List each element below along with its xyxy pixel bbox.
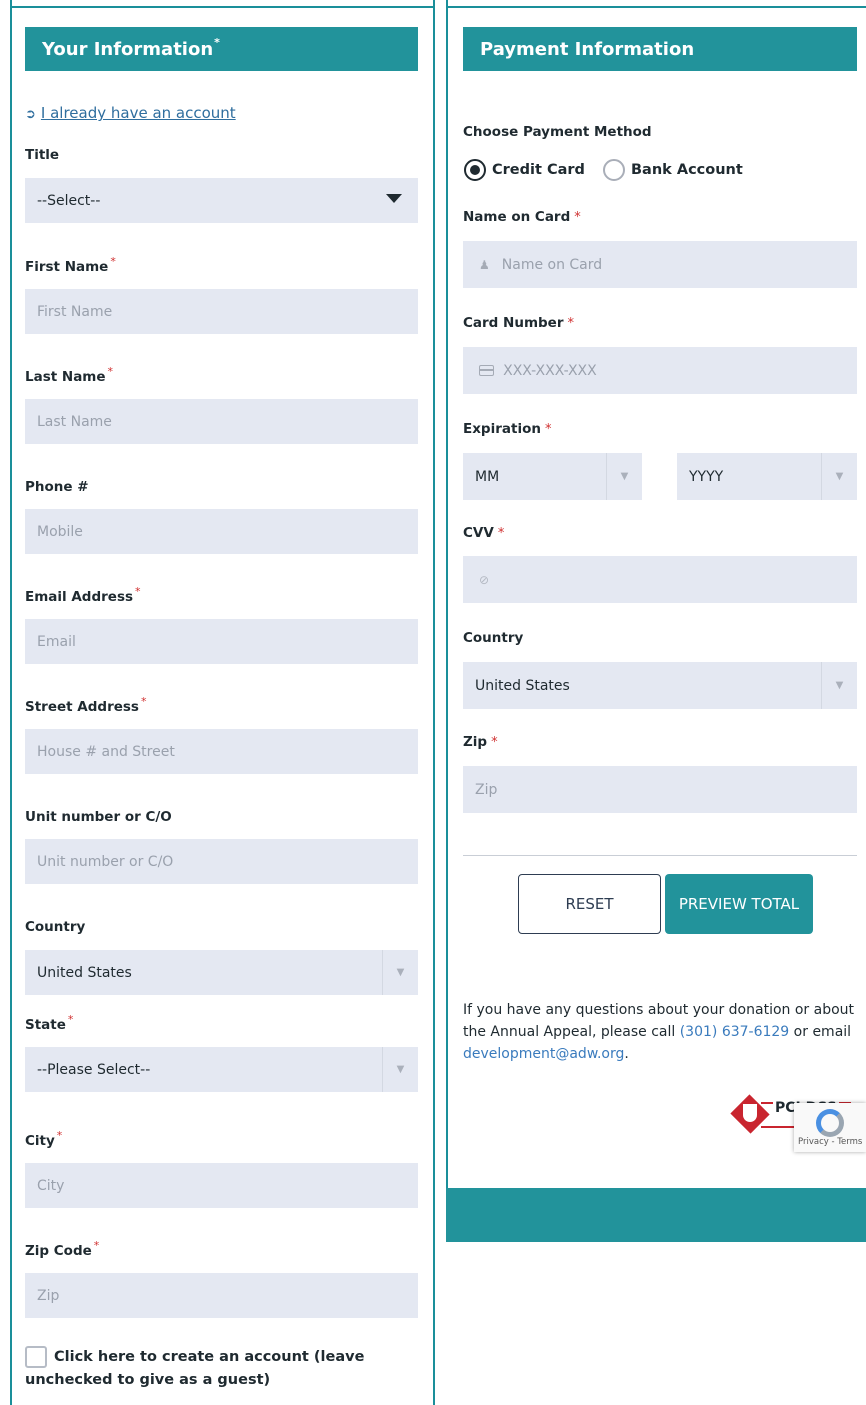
- card-number-input[interactable]: [463, 347, 857, 394]
- city-input[interactable]: [25, 1163, 418, 1208]
- phone-link[interactable]: (301) 637-6129: [680, 1024, 790, 1040]
- first-name-input[interactable]: [25, 289, 418, 334]
- state-label: State *: [25, 1013, 74, 1033]
- recaptcha-terms-text: Privacy - Terms: [798, 1137, 863, 1147]
- sign-in-icon: ➲: [25, 107, 36, 122]
- country-label: Country: [25, 919, 86, 935]
- header-required-mark: *: [214, 35, 220, 49]
- unit-label: Unit number or C/O: [25, 809, 172, 825]
- cvv-input[interactable]: ⊘: [463, 556, 857, 603]
- credit-card-label: Credit Card: [492, 162, 585, 178]
- payment-information-header: Payment Information: [463, 27, 857, 71]
- name-on-card-label: Name on Card *: [463, 209, 581, 225]
- header-title: Payment Information: [480, 38, 695, 60]
- expiration-month-select[interactable]: MM ▼: [463, 453, 642, 500]
- unit-input[interactable]: [25, 839, 418, 884]
- already-have-account-link[interactable]: ➲ I already have an account: [25, 104, 236, 122]
- header-title: Your Information: [42, 38, 214, 60]
- credit-card-radio[interactable]: [464, 159, 486, 181]
- expiration-label: Expiration *: [463, 421, 552, 437]
- reset-button[interactable]: RESET: [518, 874, 661, 934]
- select-arrow-icon: ▼: [382, 950, 418, 995]
- pci-shield-inner-icon: [743, 1104, 757, 1122]
- select-arrow-icon: ▼: [382, 1047, 418, 1092]
- create-account-label: Click here to create an account (leave u…: [25, 1349, 365, 1388]
- title-label: Title: [25, 147, 60, 163]
- zip-label: Zip *: [463, 734, 498, 750]
- country-label: Country: [463, 630, 524, 646]
- city-label: City *: [25, 1129, 63, 1149]
- select-arrow-icon: ▼: [821, 662, 857, 709]
- zip-code-input[interactable]: [25, 1273, 418, 1318]
- select-arrow-icon: ▼: [606, 453, 642, 500]
- preview-total-button[interactable]: PREVIEW TOTAL: [665, 874, 813, 934]
- card-number-label: Card Number *: [463, 315, 574, 331]
- bank-account-label: Bank Account: [631, 162, 743, 178]
- cvv-label: CVV *: [463, 525, 505, 541]
- email-label: Email Address *: [25, 585, 141, 605]
- zip-code-label: Zip Code *: [25, 1239, 100, 1259]
- last-name-label: Last Name *: [25, 365, 114, 385]
- recaptcha-icon: [816, 1109, 844, 1137]
- right-panel-footer-bar: [446, 1188, 866, 1242]
- help-text: If you have any questions about your don…: [463, 1002, 855, 1062]
- zip-input[interactable]: [463, 766, 857, 813]
- chevron-down-icon: [386, 194, 402, 203]
- street-address-label: Street Address *: [25, 695, 147, 715]
- title-select[interactable]: --Select--: [25, 178, 418, 223]
- last-name-input[interactable]: [25, 399, 418, 444]
- email-input[interactable]: [25, 619, 418, 664]
- right-panel-border-top: [446, 6, 866, 8]
- payment-method-label: Choose Payment Method: [463, 124, 652, 140]
- phone-input[interactable]: [25, 509, 418, 554]
- first-name-label: First Name *: [25, 255, 116, 275]
- left-panel-border-top: [10, 6, 435, 8]
- country-select[interactable]: United States ▼: [25, 950, 418, 995]
- name-on-card-input[interactable]: ♟: [463, 241, 857, 288]
- email-link[interactable]: development@adw.org: [463, 1046, 624, 1062]
- country-select[interactable]: United States ▼: [463, 662, 857, 709]
- divider: [463, 855, 857, 856]
- left-panel-border-left: [10, 0, 12, 1405]
- state-select[interactable]: --Please Select-- ▼: [25, 1047, 418, 1092]
- recaptcha-badge[interactable]: Privacy - Terms: [794, 1103, 866, 1152]
- right-panel-border-left: [446, 0, 448, 1240]
- bank-account-radio[interactable]: [603, 159, 625, 181]
- left-panel-border-right: [433, 0, 435, 1405]
- credit-card-icon: [479, 365, 495, 376]
- phone-label: Phone #: [25, 479, 89, 495]
- expiration-year-select[interactable]: YYYY ▼: [677, 453, 857, 500]
- your-information-header: Your Information *: [25, 27, 418, 71]
- select-arrow-icon: ▼: [821, 453, 857, 500]
- street-address-input[interactable]: [25, 729, 418, 774]
- eye-slash-icon: ⊘: [479, 572, 490, 587]
- user-icon: ♟: [479, 257, 490, 272]
